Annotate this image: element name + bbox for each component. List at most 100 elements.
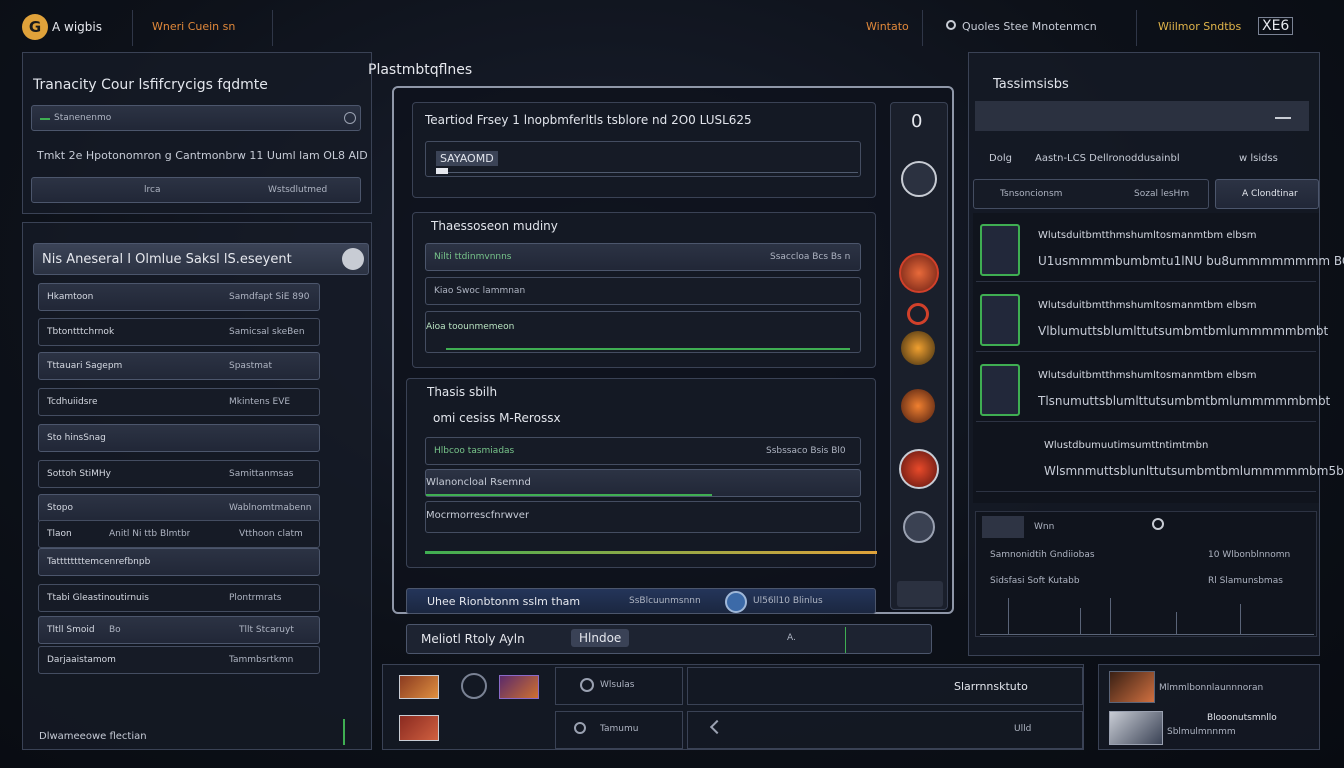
dock-item-4: Ulld (1014, 724, 1032, 734)
thumbnail-2[interactable] (499, 675, 539, 699)
task-row[interactable]: Wlustdbumuutimsumttntimtmbn Wlsmnmuttsblu… (976, 428, 1344, 492)
card-primary: Teartiod Frsey 1 lnopbmferltls tsblore n… (412, 102, 876, 198)
filter-left[interactable]: Dolg (989, 153, 1012, 164)
fire-icon[interactable] (901, 389, 935, 423)
task-row[interactable]: Wlutsduitbmtthmshumltosmanmtbm elbsm Vlbl… (976, 288, 1328, 352)
stats-row-3[interactable]: Mocrmorrescfnrwver (425, 501, 861, 533)
list-item[interactable]: Stopo Wablnomtmabenn (38, 494, 320, 522)
card-stats-title: Thasis sbilh (427, 385, 498, 399)
nav-item-alt[interactable]: Wintato (866, 20, 909, 33)
dock-item-1: Wlsulas (600, 680, 635, 690)
task-row-line-1: Wlutsduitbmtthmshumltosmanmtbm elbsm (1038, 370, 1257, 381)
settings-icon[interactable] (344, 112, 356, 124)
status-strip-icon[interactable] (725, 591, 747, 613)
search-icon[interactable] (946, 20, 956, 30)
list-item[interactable]: Tcdhuiidsre Mkintens EVE (38, 388, 320, 416)
transactions-row-1[interactable]: Nilti ttdinmvnnns Ssaccloa Bcs Bs n (425, 243, 861, 271)
divider (1136, 10, 1137, 46)
tab-transactions[interactable]: Tsnsoncionsm Sozal lesHm (973, 179, 1209, 209)
input-bar[interactable]: Meliotl Rtoly Ayln Hlndoe A. (406, 624, 932, 654)
transactions-row-3[interactable]: Aioa toounmemeon (425, 311, 861, 353)
list-item-value: Tammbsrtkmn (229, 655, 294, 665)
list-item[interactable]: Ttabi Gleastinoutirnuis Plontrmrats (38, 584, 320, 612)
dock-tile-2[interactable]: Tamumu (555, 711, 683, 749)
stats-row-1-left: Hlbcoo tasmiadas (434, 446, 515, 456)
stats-progress-bar (425, 551, 877, 554)
card-stats-subtitle: omi cesiss M-Rerossx (433, 411, 561, 425)
status-indicator (40, 118, 50, 120)
card-primary-field[interactable]: SAYAOMD (425, 141, 861, 177)
card-transactions-title: Thaessoseon mudiny (431, 219, 558, 233)
list-item-value: Bo (109, 625, 121, 635)
divider (272, 10, 273, 46)
stats-row-1[interactable]: Hlbcoo tasmiadas Ssbssaco Bsis Bl0 (425, 437, 861, 465)
alert-icon[interactable] (899, 253, 939, 293)
action-rail: 0 (890, 102, 948, 610)
task-row-line-2: Wlsmnmuttsblunlttutsumbmtbmlummmmmbm5b (1044, 464, 1344, 478)
app-logo-icon[interactable]: G (22, 14, 48, 40)
list-item-value: Samicsal skeBen (229, 327, 305, 337)
list-item[interactable]: Hkamtoon Samdfapt SiE 890 (38, 283, 320, 311)
dock-tile-3[interactable]: Ulld (687, 711, 1083, 749)
list-item[interactable]: Sottoh StiMHy Samittanmsas (38, 460, 320, 488)
search-label[interactable]: Quoles Stee Mnotenmcn (962, 20, 1097, 33)
input-chip[interactable]: Hlndoe (571, 629, 630, 647)
tools-icon[interactable] (903, 511, 935, 543)
activity-chart: Wnn Samnonidtih Gndiiobas 10 Wlbonblnnom… (975, 511, 1317, 637)
list-item[interactable]: Sto hinsSnag (38, 424, 320, 452)
task-row-line-2: U1usmmmmbumbmtu1lNU bu8ummmmmmmm BCEb (1038, 254, 1344, 268)
stats-row-2-label: Wlanoncloal Rsemnd (426, 477, 531, 488)
task-row[interactable]: Wlutsduitbmtthmshumltosmanmtbm elbsm Tlsn… (976, 358, 1330, 422)
task-row[interactable]: Wlutsduitbmtthmshumltosmanmtbm elbsm U1us… (976, 218, 1344, 282)
status-row[interactable]: Stanenenmo (31, 105, 361, 131)
stats-row-2[interactable]: Wlanoncloal Rsemnd (425, 469, 861, 497)
dock-tile-wide[interactable]: Slarrnnsktuto (687, 667, 1083, 705)
summary-row[interactable]: lrca Wstsdlutmed (31, 177, 361, 203)
tab-transactions-label: Tsnsoncionsm (1000, 189, 1063, 199)
card-transactions: Thaessoseon mudiny Nilti ttdinmvnnns Ssa… (412, 212, 876, 368)
transactions-row-2[interactable]: Kiao Swoc lammnan (425, 277, 861, 305)
transaction-panel: Tranacity Cour lsfifcrycigs fqdmte Stane… (22, 52, 372, 214)
thumbnail-5[interactable] (1109, 711, 1163, 745)
list-item-label: Hkamtoon (47, 292, 94, 302)
list-item-label: Tttauari Sagepm (47, 361, 123, 371)
thumbnail-3[interactable] (399, 715, 439, 741)
warning-icon[interactable] (901, 331, 935, 365)
thumbnail-4[interactable] (1109, 671, 1155, 703)
chevron-left-icon (709, 719, 725, 735)
refresh-icon[interactable] (342, 248, 364, 270)
status-label: Stanenenmo (54, 113, 112, 123)
list-item[interactable]: Darjaaistamom Tammbsrtkmn (38, 646, 320, 674)
profile-icon[interactable] (901, 161, 937, 197)
rail-corner-icon[interactable] (897, 581, 943, 607)
flame-icon[interactable] (899, 449, 939, 489)
chart-spike (1008, 598, 1009, 634)
input-divider (845, 627, 846, 653)
list-item[interactable]: Tlaon Anitl Ni ttb Blmtbr Vtthoon clatm (38, 520, 320, 548)
expand-icon[interactable] (1275, 111, 1291, 119)
account-label[interactable]: Wiilmor Sndtbs (1158, 20, 1241, 33)
list-item[interactable]: Tbtontttchrnok Samicsal skeBen (38, 318, 320, 346)
status-strip-mid: SsBlcuunmsnnn (629, 596, 701, 606)
list-item[interactable]: Tattttttttemcenrefbnpb (38, 548, 320, 576)
input-label: Meliotl Rtoly Ayln (421, 632, 525, 646)
list-item-label: Tcdhuiidsre (47, 397, 98, 407)
dock-tile-1[interactable]: Wlsulas (555, 667, 683, 705)
tab-conditions[interactable]: A Clondtinar (1215, 179, 1319, 209)
nav-item-current[interactable]: Wneri Cuein sn (152, 20, 235, 33)
stats-row-3-label: Mocrmorrescfnrwver (426, 510, 530, 521)
chart-toggle-icon[interactable] (1152, 518, 1164, 530)
account-code[interactable]: XE6 (1258, 17, 1294, 35)
summary-right: Wstsdlutmed (268, 185, 328, 195)
thumbnail-1[interactable] (399, 675, 439, 699)
list-item[interactable]: Tltll Smoid Bo Tllt Stcaruyt (38, 616, 320, 644)
media-icon[interactable] (461, 673, 487, 699)
status-strip-left: Uhee Rionbtonm sslm tham (427, 595, 581, 608)
filter-right[interactable]: w lsidss (1239, 153, 1278, 164)
record-icon[interactable] (907, 303, 929, 325)
task-row-line-1: Wlustdbumuutimsumttntimtmbn (1044, 440, 1209, 451)
dock-item-5: Mlmmlbonnlaunnnoran (1159, 683, 1264, 693)
list-item[interactable]: Tttauari Sagepm Spastmat (38, 352, 320, 380)
dock-item-2: Tamumu (600, 724, 639, 734)
filter-mid[interactable]: Aastn-LCS Dellronoddusainbl (1035, 153, 1180, 164)
